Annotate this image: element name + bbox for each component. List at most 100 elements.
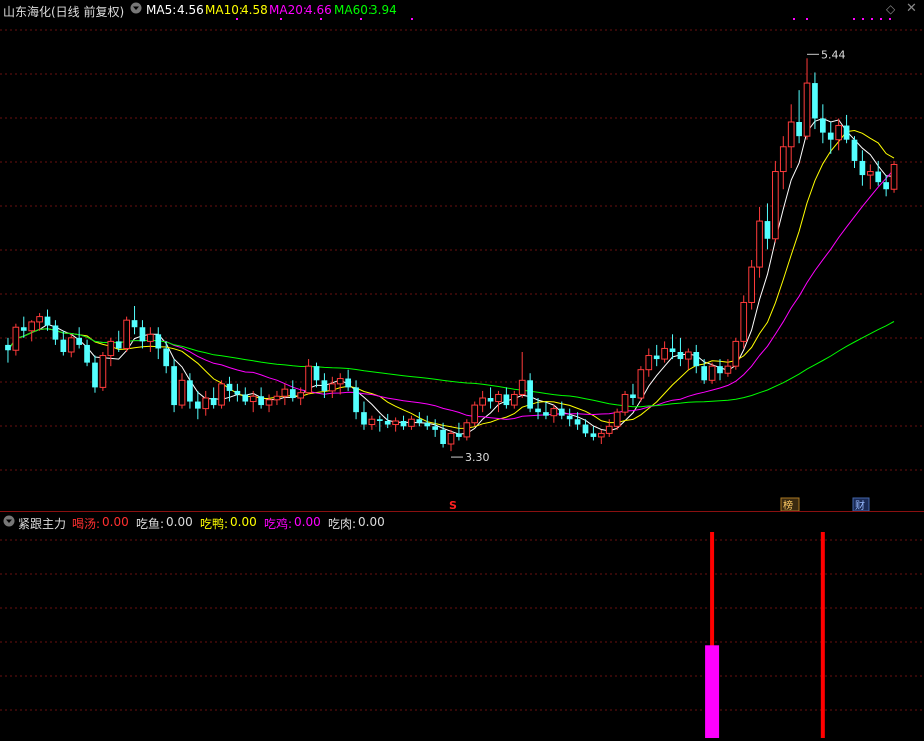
candle-body: [249, 395, 257, 403]
candle-body: [558, 408, 565, 416]
high-price-label: 5.44: [821, 48, 846, 61]
candle-body: [171, 366, 177, 406]
candle-body: [495, 393, 502, 403]
candle-body: [582, 424, 589, 434]
candle-body: [392, 420, 399, 426]
low-price-label: 3.30: [465, 451, 490, 464]
candle-body: [803, 82, 811, 137]
indicator-item-value-2: 0.00: [166, 515, 193, 529]
candle-body: [764, 221, 771, 239]
candle-body: [76, 337, 83, 345]
dropdown-icon[interactable]: [130, 2, 142, 17]
candle-body: [550, 408, 558, 417]
candle-body: [859, 160, 866, 176]
candle-body: [139, 327, 146, 342]
collapse-icon[interactable]: ◇: [886, 2, 895, 16]
candle-body: [630, 394, 636, 398]
candle-body: [566, 415, 573, 420]
candle-body: [677, 352, 684, 360]
ma60-label: MA60:: [334, 3, 372, 17]
indicator-header: 紧跟主力 喝汤: 0.00 吃鱼: 0.00 吃鸭: 0.00 吃鸡: 0.00…: [0, 513, 924, 531]
candle-body: [281, 388, 289, 397]
ma10-line: [7, 129, 895, 429]
indicator-item-value-3: 0.00: [230, 515, 257, 529]
candle-body: [147, 333, 154, 342]
candle-body: [163, 348, 170, 367]
candle-body: [756, 220, 763, 268]
candle-body: [440, 429, 446, 444]
candle-body: [645, 355, 653, 371]
indicator-bar: [820, 532, 825, 738]
candle-body: [653, 355, 660, 360]
candle-body: [178, 379, 186, 406]
indicator-item-value-4: 0.00: [294, 515, 321, 529]
candle-body: [866, 171, 874, 176]
candle-body: [819, 118, 826, 133]
candle-body: [368, 418, 376, 426]
candle-body: [60, 339, 67, 352]
candle-body: [92, 362, 98, 388]
indicator-item-value-5: 0.00: [358, 515, 385, 529]
candle-body: [12, 326, 20, 351]
candle-body: [796, 122, 802, 137]
candle-body: [187, 380, 193, 402]
candle-body: [361, 412, 367, 425]
indicator-dropdown-icon[interactable]: [3, 515, 15, 530]
panel-divider[interactable]: [0, 511, 924, 512]
candle-body: [543, 412, 549, 416]
close-icon[interactable]: ✕: [906, 1, 917, 16]
indicator-item-label-3: 吃鸭:: [200, 517, 229, 531]
indicator-item-label-2: 吃鱼:: [136, 517, 165, 531]
stock-title[interactable]: 山东海化(日线 前复权): [3, 3, 124, 20]
candle-body: [479, 397, 486, 406]
candle-body: [724, 365, 732, 374]
candle-body: [748, 266, 755, 303]
candle-body: [574, 419, 581, 425]
candle-body: [336, 378, 344, 385]
candle-body: [328, 383, 336, 392]
candle-body: [242, 394, 249, 402]
candle-body: [669, 348, 676, 352]
candle-body: [510, 393, 518, 406]
candle-body: [376, 419, 383, 421]
candle-body: [345, 378, 351, 388]
candle-body: [289, 389, 296, 398]
candle-body: [487, 398, 494, 402]
candle-body: [218, 383, 225, 406]
candle-body: [52, 325, 59, 340]
ma10-value: 4.58: [241, 3, 268, 17]
candle-body: [155, 334, 162, 349]
candle-body: [67, 337, 75, 353]
candle-body: [503, 394, 510, 406]
candle-body: [234, 390, 241, 395]
candle-body: [890, 163, 898, 190]
candle-body: [527, 380, 533, 409]
price-chart[interactable]: 5.443.30S 榜财: [0, 0, 924, 741]
candle-body: [424, 422, 431, 427]
candle-body: [605, 425, 613, 434]
candle-body: [875, 171, 882, 183]
indicator-item-label-4: 吃鸡:: [264, 517, 293, 531]
candle-body: [463, 422, 471, 438]
candle-body: [693, 352, 700, 367]
candle-body: [637, 369, 645, 399]
candle-body: [732, 340, 740, 367]
indicator-item-value-1: 0.00: [102, 515, 129, 529]
candle-body: [131, 320, 138, 328]
candle-body: [471, 404, 479, 424]
candle-body: [36, 316, 43, 323]
candle-body: [194, 401, 201, 409]
candle-body: [123, 319, 130, 349]
candle-body: [684, 351, 692, 360]
candle-body: [456, 433, 462, 437]
ma20-value: 4.66: [305, 3, 332, 17]
candle-body: [661, 347, 668, 360]
candle-body: [210, 398, 217, 406]
indicator-name[interactable]: 紧跟主力: [18, 515, 66, 532]
candle-body: [717, 366, 723, 374]
ma5-line: [7, 117, 895, 435]
candle-body: [408, 418, 415, 427]
indicator-item-label-1: 喝汤:: [72, 517, 101, 531]
candle-body: [843, 125, 850, 140]
candle-body: [597, 432, 605, 438]
